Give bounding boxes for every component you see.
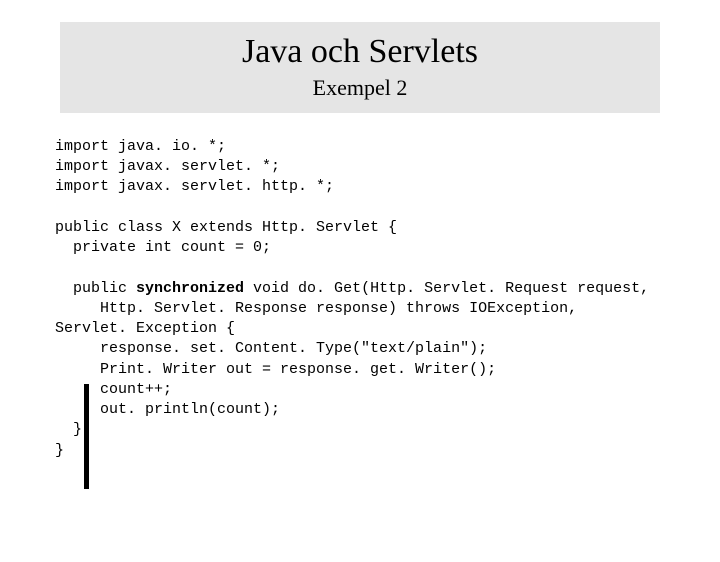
code-keyword-synchronized: synchronized	[136, 280, 244, 297]
code-line: import javax. servlet. http. *;	[55, 178, 334, 195]
code-line: Http. Servlet. Response response) throws…	[55, 300, 577, 317]
code-line: count++;	[55, 381, 172, 398]
code-line: public class X extends Http. Servlet {	[55, 219, 397, 236]
slide-subtitle: Exempel 2	[60, 75, 660, 101]
code-line-part: void do. Get(Http. Servlet. Request requ…	[244, 280, 649, 297]
code-line: response. set. Content. Type("text/plain…	[55, 340, 487, 357]
code-line: Print. Writer out = response. get. Write…	[55, 361, 496, 378]
code-line-part: public	[55, 280, 136, 297]
code-line: Servlet. Exception {	[55, 320, 235, 337]
emphasis-bar	[84, 384, 89, 489]
slide-title: Java och Servlets	[60, 32, 660, 73]
code-block: import java. io. *; import javax. servle…	[55, 137, 720, 461]
header-block: Java och Servlets Exempel 2	[60, 22, 660, 113]
code-line: import javax. servlet. *;	[55, 158, 280, 175]
slide: Java och Servlets Exempel 2 import java.…	[0, 22, 720, 562]
code-line: private int count = 0;	[55, 239, 271, 256]
code-line: }	[55, 442, 64, 459]
code-line: }	[55, 421, 82, 438]
code-line: import java. io. *;	[55, 138, 226, 155]
